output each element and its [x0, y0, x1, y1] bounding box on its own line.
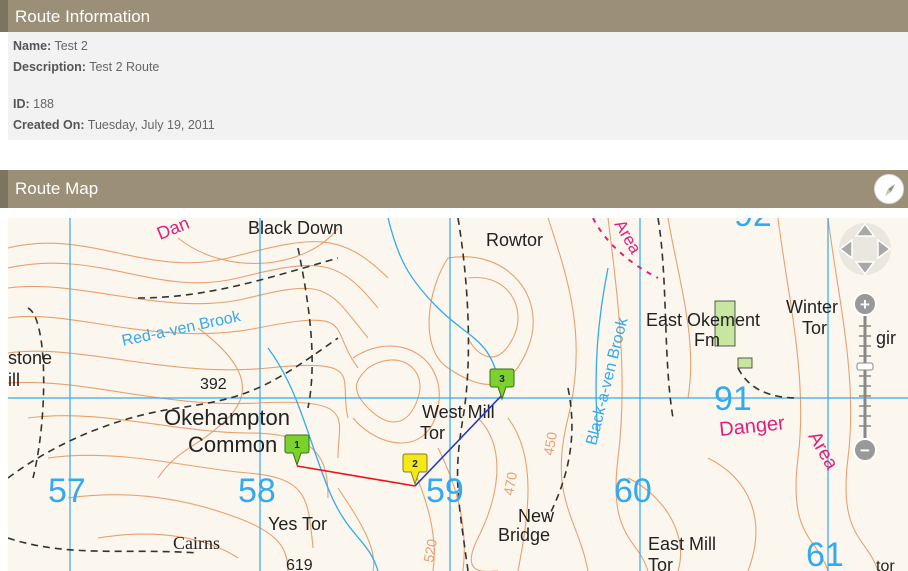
created-label: Created On: [13, 118, 85, 132]
route-information-title: Route Information [15, 7, 151, 26]
route-marker-3-label: 3 [499, 374, 505, 385]
grid-number-91: 91 [714, 380, 752, 418]
map-label-520: 520 [420, 538, 440, 564]
map-label-tor: tor [876, 558, 895, 571]
route-map-title: Route Map [15, 179, 99, 198]
grid-number-58: 58 [238, 472, 276, 510]
map-label-winter-tor: Tor [802, 318, 827, 338]
map-label-rowtor: Rowtor [486, 230, 543, 250]
map-label-black-down: Black Down [248, 218, 343, 238]
map-label-ill: ill [8, 370, 20, 390]
route-info-box: Name: Test 2 Description: Test 2 Route I… [8, 32, 908, 140]
route-marker-1[interactable]: 1 [284, 434, 310, 467]
map-label-black-a-ven-brook: Black-a-ven Brook [583, 315, 631, 447]
map-label-west-mill: West Mill [422, 402, 495, 422]
route-map-header: Route Map [0, 170, 908, 208]
map-label-red-a-ven-brook: Red-a-ven Brook [120, 308, 243, 350]
map-label-gir: gir [876, 328, 896, 348]
map-label-okehampton: Okehampton [164, 405, 290, 430]
header-accent [0, 170, 8, 208]
header-accent [0, 0, 8, 32]
route-marker-2-label: 2 [412, 459, 418, 470]
map-label-east-mill-tor: Tor [648, 555, 673, 571]
map-label-common: Common [188, 432, 277, 457]
map-label-yes-tor: Yes Tor [268, 514, 327, 534]
grid-number-92: 92 [734, 218, 772, 234]
name-label: Name: [13, 39, 52, 53]
map-label-dan: Dan [154, 218, 192, 244]
map-label-619: 619 [286, 557, 313, 571]
description-row: Description: Test 2 Route [13, 60, 159, 74]
route-marker-2[interactable]: 2 [402, 453, 428, 486]
map-label-fm: Fm [694, 330, 720, 350]
map-canvas[interactable]: Black Down Rowtor Red-a-ven Brook stone … [8, 218, 908, 571]
map-label-new: New [518, 506, 555, 526]
farm-building [737, 357, 753, 369]
created-row: Created On: Tuesday, July 19, 2011 [13, 118, 215, 132]
description-label: Description: [13, 60, 86, 74]
grid-lines [8, 218, 908, 571]
route-information-header: Route Information [0, 0, 908, 32]
map-label-cairns: Cairns [173, 533, 220, 553]
id-label: ID: [13, 97, 30, 111]
zoom-out-icon: − [860, 441, 870, 460]
name-value: Test 2 [54, 39, 88, 53]
grid-number-59: 59 [426, 472, 464, 510]
pan-control[interactable] [838, 222, 892, 276]
tracks [8, 218, 799, 571]
grid-number-labels: 57 58 59 60 61 91 92 [48, 218, 844, 571]
name-row: Name: Test 2 [13, 39, 88, 53]
zoom-in-icon: + [860, 295, 870, 314]
compass-icon [885, 184, 895, 196]
map-label-east-mill: East Mill [648, 534, 716, 554]
map-label-392: 392 [200, 376, 227, 393]
created-value: Tuesday, July 19, 2011 [87, 118, 215, 132]
route-marker-1-label: 1 [294, 440, 300, 451]
map-label-area: Area [804, 428, 842, 474]
zoom-slider-handle[interactable] [856, 362, 874, 371]
grid-number-57: 57 [48, 472, 86, 510]
map-label-450: 450 [540, 431, 560, 457]
route-marker-3[interactable]: 3 [489, 368, 515, 401]
id-value: 188 [33, 97, 55, 111]
map-label-stone: stone [8, 348, 52, 368]
map-text-labels: Black Down Rowtor Red-a-ven Brook stone … [8, 218, 896, 571]
map-label-470: 470 [500, 471, 520, 497]
route-map[interactable]: Black Down Rowtor Red-a-ven Brook stone … [8, 218, 908, 571]
map-label-east-okement: East Okement [646, 310, 760, 330]
map-label-west-mill-tor: Tor [420, 423, 445, 443]
map-label-bridge: Bridge [498, 525, 550, 545]
grid-number-60: 60 [614, 472, 652, 510]
id-row: ID: 188 [13, 97, 54, 111]
description-value: Test 2 Route [89, 60, 160, 74]
zoom-control[interactable]: + − [853, 292, 877, 462]
map-label-winter: Winter [786, 297, 838, 317]
grid-number-61: 61 [806, 536, 844, 571]
compass-button[interactable] [874, 174, 904, 204]
route-segment-1-2 [296, 465, 416, 487]
